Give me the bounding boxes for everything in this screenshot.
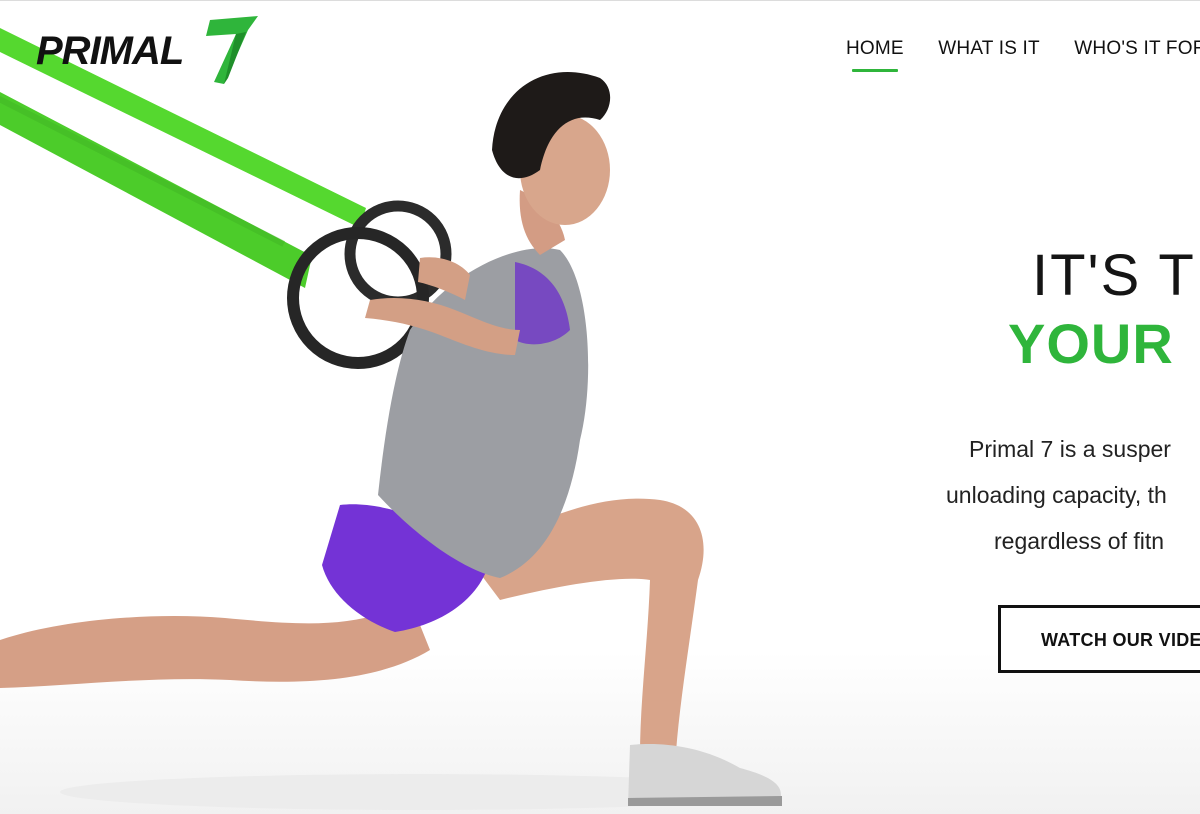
hero-description-line: Primal 7 is a susper <box>969 436 1171 462</box>
hero-headline-line2: YOUR <box>1008 312 1174 375</box>
hero-description: Primal 7 is a susper unloading capacity,… <box>940 426 1200 564</box>
watch-video-button-label: WATCH OUR VIDE <box>1041 630 1200 650</box>
main-nav: HOME WHAT IS IT WHO'S IT FOR <box>846 38 1200 72</box>
logo-wordmark: PRIMAL <box>36 29 184 73</box>
nav-whos-it-for[interactable]: WHO'S IT FOR <box>1074 38 1200 60</box>
watch-video-button[interactable]: WATCH OUR VIDE <box>998 605 1200 673</box>
primal7-logo[interactable]: PRIMAL <box>36 14 258 84</box>
hero-description-line: regardless of fitn <box>994 528 1165 554</box>
nav-home[interactable]: HOME <box>846 38 904 72</box>
page: PRIMAL HOME WHAT IS IT WHO'S IT FOR IT'S… <box>0 0 1200 814</box>
hero-image <box>0 28 782 810</box>
nav-what-is-it[interactable]: WHAT IS IT <box>938 38 1040 60</box>
logo-seven-mark <box>206 16 258 84</box>
hero-headline-line1: IT'S TI <box>1032 243 1200 308</box>
hero-description-line: unloading capacity, th <box>946 482 1167 508</box>
